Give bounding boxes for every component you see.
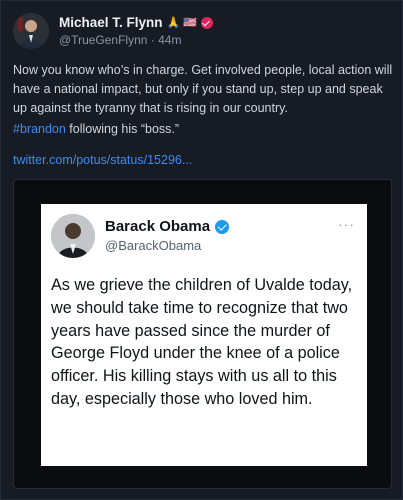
post-time[interactable]: 44m — [158, 33, 181, 47]
post-header: Michael T. Flynn 🙏 🇺🇸 @TrueGenFlynn · 44… — [13, 13, 213, 49]
more-options-icon: ··· — [338, 216, 355, 232]
post-second-line: #brandon following his “boss.” — [13, 122, 179, 136]
author-block: Michael T. Flynn 🙏 🇺🇸 @TrueGenFlynn · 44… — [59, 15, 213, 47]
post-card: Michael T. Flynn 🙏 🇺🇸 @TrueGenFlynn · 44… — [0, 0, 403, 500]
embedded-name-row: Barack Obama — [105, 218, 230, 235]
author-avatar[interactable] — [13, 13, 49, 49]
meta-separator: · — [150, 33, 155, 47]
embedded-name: Barack Obama — [105, 218, 211, 235]
author-emoji: 🙏 🇺🇸 — [166, 17, 197, 29]
embedded-text: As we grieve the children of Uvalde toda… — [51, 276, 353, 408]
tweet-link[interactable]: twitter.com/potus/status/15296... — [13, 153, 192, 167]
embedded-avatar — [51, 214, 95, 258]
author-meta: @TrueGenFlynn · 44m — [59, 33, 213, 47]
post-media[interactable]: Barack Obama @BarackObama ··· As we grie… — [13, 179, 392, 489]
author-name[interactable]: Michael T. Flynn — [59, 15, 163, 31]
embedded-tweet-screenshot: Barack Obama @BarackObama ··· As we grie… — [41, 204, 367, 466]
verified-badge-icon — [200, 17, 213, 29]
author-name-row[interactable]: Michael T. Flynn 🙏 🇺🇸 — [59, 15, 213, 31]
hashtag-link[interactable]: #brandon — [13, 122, 66, 136]
embedded-verified-icon — [215, 219, 230, 234]
embedded-handle: @BarackObama — [105, 238, 202, 253]
author-handle[interactable]: @TrueGenFlynn — [59, 33, 147, 47]
post-body: Now you know who’s in charge. Get involv… — [13, 63, 393, 115]
second-line-text: following his “boss.” — [65, 122, 180, 136]
